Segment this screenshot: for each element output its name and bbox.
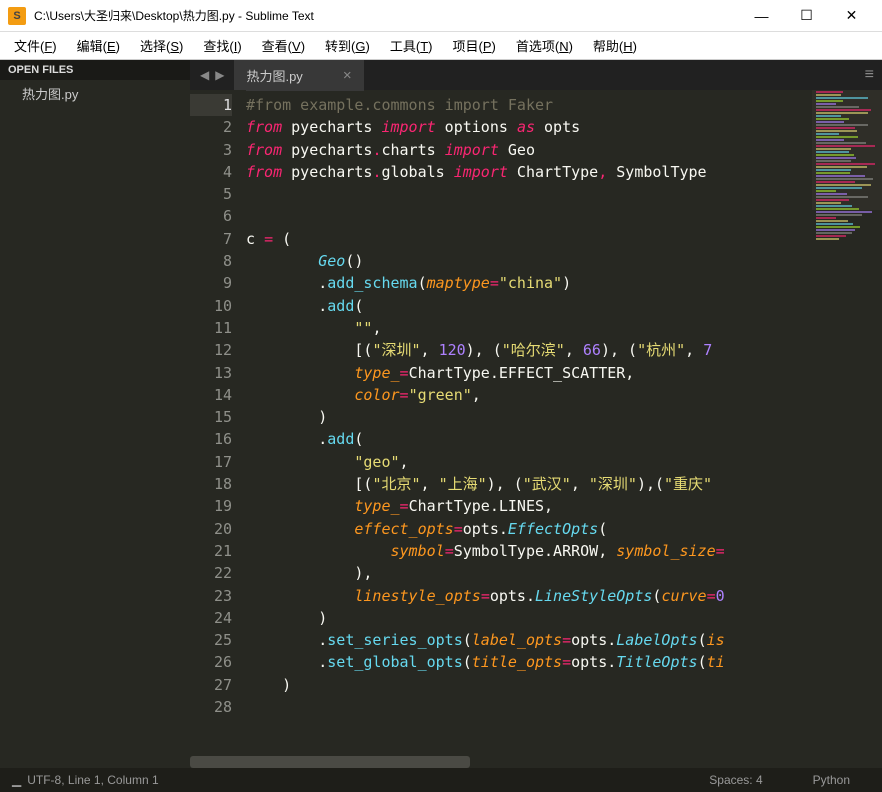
tab-label: 热力图.py [246,66,302,85]
tab-bar: ◀ ▶ 热力图.py × ≡ [190,60,882,90]
menu-item[interactable]: 查找(I) [195,32,249,59]
code-editor[interactable]: 1234567891011121314151617181920212223242… [190,90,882,756]
editor-area: ◀ ▶ 热力图.py × ≡ 1234567891011121314151617… [190,60,882,768]
menu-item[interactable]: 首选项(N) [508,32,581,59]
scrollbar-thumb[interactable] [190,756,470,768]
close-button[interactable]: ✕ [829,1,874,31]
console-icon[interactable]: ▁ [12,773,21,787]
maximize-button[interactable]: ☐ [784,1,829,31]
hamburger-icon[interactable]: ≡ [865,66,874,84]
menu-item[interactable]: 编辑(E) [69,32,128,59]
horizontal-scrollbar[interactable] [190,756,882,768]
statusbar: ▁ UTF-8, Line 1, Column 1 Spaces: 4 Pyth… [0,768,882,792]
menu-item[interactable]: 文件(F) [6,32,65,59]
window-controls: — ☐ ✕ [739,1,874,31]
tab-close-icon[interactable]: × [343,67,352,84]
open-file-item[interactable]: 热力图.py [0,80,190,107]
app-icon: S [8,7,26,25]
minimap[interactable] [812,90,882,210]
status-encoding[interactable]: UTF-8, Line 1, Column 1 [27,773,158,787]
code-content[interactable]: #from example.commons import Fakerfrom p… [246,90,882,756]
titlebar: S C:\Users\大圣归来\Desktop\热力图.py - Sublime… [0,0,882,32]
window-title: C:\Users\大圣归来\Desktop\热力图.py - Sublime T… [34,7,739,24]
main-area: OPEN FILES 热力图.py ◀ ▶ 热力图.py × ≡ 1234567… [0,60,882,768]
line-gutter: 1234567891011121314151617181920212223242… [190,90,246,756]
menu-item[interactable]: 帮助(H) [585,32,645,59]
open-files-header: OPEN FILES [0,60,190,80]
tab-prev-button[interactable]: ◀ [200,68,209,82]
status-spaces[interactable]: Spaces: 4 [709,773,762,787]
status-left: ▁ UTF-8, Line 1, Column 1 [12,773,709,787]
menu-item[interactable]: 转到(G) [317,32,378,59]
minimize-button[interactable]: — [739,1,784,31]
tab-nav: ◀ ▶ [190,68,234,82]
status-language[interactable]: Python [813,773,850,787]
menu-item[interactable]: 项目(P) [444,32,503,59]
sidebar: OPEN FILES 热力图.py [0,60,190,768]
menu-item[interactable]: 查看(V) [254,32,313,59]
menu-item[interactable]: 工具(T) [382,32,441,59]
tab-next-button[interactable]: ▶ [215,68,224,82]
menubar: 文件(F)编辑(E)选择(S)查找(I)查看(V)转到(G)工具(T)项目(P)… [0,32,882,60]
menu-item[interactable]: 选择(S) [132,32,191,59]
tab-active[interactable]: 热力图.py × [234,60,363,91]
status-right: Spaces: 4 Python [709,773,850,787]
